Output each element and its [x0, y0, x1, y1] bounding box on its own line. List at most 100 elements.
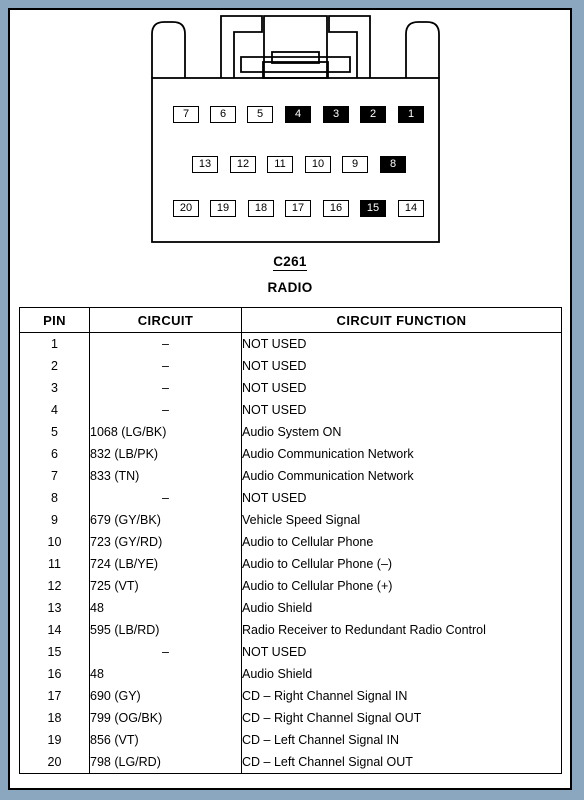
cell-pin: 13	[19, 597, 90, 619]
cell-pin: 8	[19, 487, 90, 509]
cell-pin: 19	[19, 729, 90, 751]
cell-pin: 18	[19, 707, 90, 729]
table-row: 8– NOT USED	[19, 487, 562, 509]
table-row: 2– NOT USED	[19, 355, 562, 377]
table-header: PIN CIRCUIT CIRCUIT FUNCTION	[19, 307, 562, 333]
table-row: 10 723 (GY/RD) Audio to Cellular Phone	[19, 531, 562, 553]
cell-circuit-function: CD – Right Channel Signal OUT	[241, 707, 562, 729]
cell-circuit: 832 (LB/PK)	[89, 443, 242, 465]
cell-circuit-function: CD – Left Channel Signal OUT	[241, 751, 562, 774]
cell-circuit: –	[89, 487, 242, 509]
pin-cavity-20[interactable]: 20	[173, 200, 199, 217]
pin-cavity-11[interactable]: 11	[267, 156, 293, 173]
cell-circuit: 833 (TN)	[89, 465, 242, 487]
column-header-circuit: CIRCUIT	[89, 307, 242, 333]
cell-circuit: 48	[89, 597, 242, 619]
cell-pin: 4	[19, 399, 90, 421]
pin-assignment-table-container: PIN CIRCUIT CIRCUIT FUNCTION 1– NOT USED 2…	[19, 307, 562, 774]
table-row: 16 48 Audio Shield	[19, 663, 562, 685]
pin-cavity-19[interactable]: 19	[210, 200, 236, 217]
cell-circuit: 798 (LG/RD)	[89, 751, 242, 774]
table-row: 17 690 (GY) CD – Right Channel Signal IN	[19, 685, 562, 707]
cell-pin: 5	[19, 421, 90, 443]
cell-circuit: 799 (OG/BK)	[89, 707, 242, 729]
cell-circuit-function: CD – Left Channel Signal IN	[241, 729, 562, 751]
pin-cavity-4[interactable]: 4	[285, 106, 311, 123]
cell-pin: 2	[19, 355, 90, 377]
document-page: 7 6 5 4 3 2 1 13 12 11 10 9 8 20 19 18 1…	[8, 8, 572, 790]
cell-pin: 17	[19, 685, 90, 707]
cell-circuit-function: NOT USED	[241, 641, 562, 663]
cell-circuit-function: Audio to Cellular Phone (+)	[241, 575, 562, 597]
connector-latch-step	[240, 56, 351, 73]
cell-circuit: –	[89, 355, 242, 377]
cell-circuit: 856 (VT)	[89, 729, 242, 751]
cell-circuit-function: Audio System ON	[241, 421, 562, 443]
cell-circuit-function: Audio Shield	[241, 597, 562, 619]
cell-circuit: –	[89, 641, 242, 663]
cell-circuit-function: Audio to Cellular Phone	[241, 531, 562, 553]
pin-cavity-7[interactable]: 7	[173, 106, 199, 123]
cell-circuit-function: NOT USED	[241, 332, 562, 355]
cell-circuit-function: CD – Right Channel Signal IN	[241, 685, 562, 707]
cell-pin: 10	[19, 531, 90, 553]
pin-cavity-13[interactable]: 13	[192, 156, 218, 173]
pin-cavity-18[interactable]: 18	[248, 200, 274, 217]
connector-id-label: C261	[273, 254, 307, 271]
cell-pin: 3	[19, 377, 90, 399]
cell-pin: 11	[19, 553, 90, 575]
cell-pin: 16	[19, 663, 90, 685]
connector-left-shoulder	[151, 21, 186, 78]
column-header-pin: PIN	[19, 307, 90, 333]
pin-cavity-16[interactable]: 16	[323, 200, 349, 217]
cell-pin: 1	[19, 332, 90, 355]
pin-cavity-6[interactable]: 6	[210, 106, 236, 123]
pin-cavity-5[interactable]: 5	[247, 106, 273, 123]
pin-cavity-15[interactable]: 15	[360, 200, 386, 217]
table-row: 11 724 (LB/YE) Audio to Cellular Phone (–)	[19, 553, 562, 575]
connector-diagram: 7 6 5 4 3 2 1 13 12 11 10 9 8 20 19 18 1…	[10, 10, 570, 295]
table-row: 15– NOT USED	[19, 641, 562, 663]
pin-cavity-14[interactable]: 14	[398, 200, 424, 217]
cell-circuit-function: Audio Shield	[241, 663, 562, 685]
cell-circuit-function: Vehicle Speed Signal	[241, 509, 562, 531]
cell-circuit: 723 (GY/RD)	[89, 531, 242, 553]
pin-cavity-1[interactable]: 1	[398, 106, 424, 123]
table-row: 14 595 (LB/RD) Radio Receiver to Redundant…	[19, 619, 562, 641]
cell-pin: 9	[19, 509, 90, 531]
pin-cavity-3[interactable]: 3	[323, 106, 349, 123]
cell-circuit: 725 (VT)	[89, 575, 242, 597]
pin-cavity-9[interactable]: 9	[342, 156, 368, 173]
table-row: 18 799 (OG/BK) CD – Right Channel Signal O…	[19, 707, 562, 729]
cell-circuit: 724 (LB/YE)	[89, 553, 242, 575]
table-row: 20 798 (LG/RD) CD – Left Channel Signal OU…	[19, 751, 562, 774]
table-row: 9 679 (GY/BK) Vehicle Speed Signal	[19, 509, 562, 531]
cell-circuit: –	[89, 399, 242, 421]
connector-right-shoulder	[405, 21, 440, 78]
connector-name-label: RADIO	[267, 280, 313, 295]
cell-circuit-function: NOT USED	[241, 355, 562, 377]
pin-cavity-2[interactable]: 2	[360, 106, 386, 123]
table-row: 12 725 (VT) Audio to Cellular Phone (+)	[19, 575, 562, 597]
pin-cavity-12[interactable]: 12	[230, 156, 256, 173]
connector-latch-outer	[263, 15, 328, 78]
cell-circuit-function: NOT USED	[241, 377, 562, 399]
cell-circuit: 679 (GY/BK)	[89, 509, 242, 531]
table-row: 5 1068 (LG/BK) Audio System ON	[19, 421, 562, 443]
pin-cavity-10[interactable]: 10	[305, 156, 331, 173]
table-header-row: PIN CIRCUIT CIRCUIT FUNCTION	[19, 307, 562, 333]
cell-circuit: –	[89, 332, 242, 355]
pin-cavity-17[interactable]: 17	[285, 200, 311, 217]
cell-pin: 6	[19, 443, 90, 465]
cell-circuit: 48	[89, 663, 242, 685]
pin-assignment-table: PIN CIRCUIT CIRCUIT FUNCTION 1– NOT USED 2…	[19, 307, 562, 774]
table-row: 1– NOT USED	[19, 332, 562, 355]
cell-pin: 7	[19, 465, 90, 487]
cell-circuit-function: NOT USED	[241, 399, 562, 421]
cell-circuit-function: NOT USED	[241, 487, 562, 509]
cell-circuit-function: Radio Receiver to Redundant Radio Contro…	[241, 619, 562, 641]
pin-cavity-8[interactable]: 8	[380, 156, 406, 173]
table-row: 13 48 Audio Shield	[19, 597, 562, 619]
column-header-function: CIRCUIT FUNCTION	[241, 307, 562, 333]
cell-circuit: 690 (GY)	[89, 685, 242, 707]
